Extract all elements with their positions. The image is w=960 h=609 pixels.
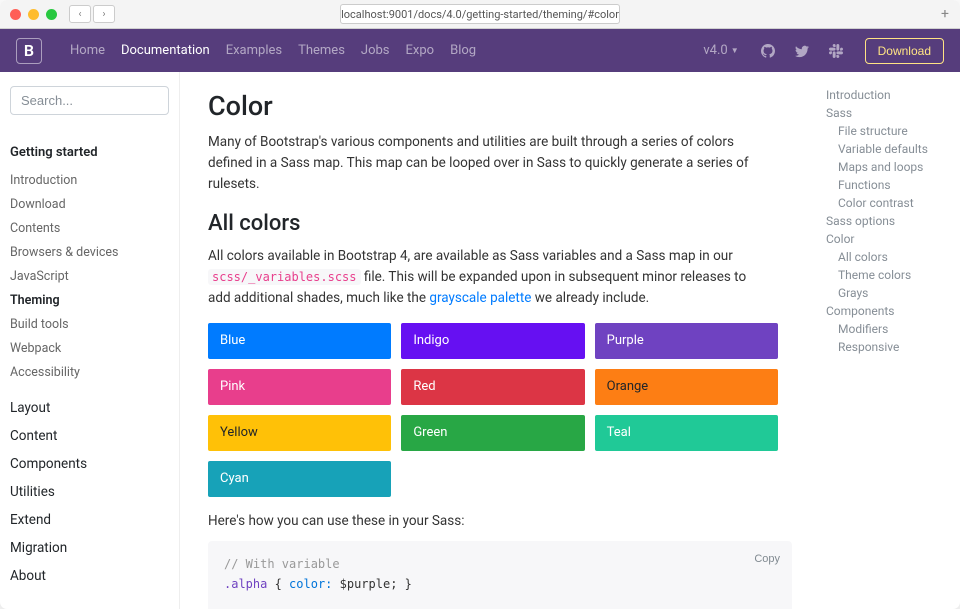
maximize-window-icon[interactable] [46,9,57,20]
toc-item-functions[interactable]: Functions [820,176,950,194]
swatch-cyan: Cyan [208,461,391,497]
code-val: $purple; [332,577,404,591]
sidebar-nav-utilities[interactable]: Utilities [10,478,169,506]
toc-item-color[interactable]: Color [820,230,950,248]
toc-item-sass-options[interactable]: Sass options [820,212,950,230]
toc-item-file-structure[interactable]: File structure [820,122,950,140]
url-bar[interactable]: localhost:9001/docs/4.0/getting-started/… [340,4,620,24]
intro-paragraph: Many of Bootstrap's various components a… [208,132,768,195]
copy-button[interactable]: Copy [754,551,780,569]
code-prop: color: [289,577,332,591]
nav-link-jobs[interactable]: Jobs [353,43,398,58]
text: All colors available in Bootstrap 4, are… [208,248,733,264]
sidebar-nav-migration[interactable]: Migration [10,534,169,562]
swatch-yellow: Yellow [208,415,391,451]
sidebar-nav-layout[interactable]: Layout [10,394,169,422]
main-content: Color Many of Bootstrap's various compon… [180,72,820,609]
swatch-indigo: Indigo [401,323,584,359]
twitter-icon[interactable] [789,44,815,58]
toc-item-modifiers[interactable]: Modifiers [820,320,950,338]
main-layout: Getting started IntroductionDownloadCont… [0,72,960,609]
forward-button[interactable]: › [93,5,115,23]
swatch-red: Red [401,369,584,405]
sidebar-section-title: Getting started [10,145,169,160]
slack-icon[interactable] [823,44,849,58]
sidebar-item-javascript[interactable]: JavaScript [10,264,169,288]
sidebar-nav-content[interactable]: Content [10,422,169,450]
toc-item-grays[interactable]: Grays [820,284,950,302]
page-title: Color [208,90,792,122]
github-icon[interactable] [755,44,781,58]
code-text: } [405,577,412,591]
code-selector: .alpha [224,577,267,591]
nav-link-home[interactable]: Home [62,43,113,58]
sidebar-nav-extend[interactable]: Extend [10,506,169,534]
nav-link-expo[interactable]: Expo [398,43,443,58]
sidebar-nav-components[interactable]: Components [10,450,169,478]
chevron-down-icon: ▼ [731,46,739,55]
right-sidebar: IntroductionSassFile structureVariable d… [820,72,960,609]
nav-link-examples[interactable]: Examples [218,43,290,58]
swatch-orange: Orange [595,369,778,405]
traffic-lights [10,9,57,20]
toc-item-variable-defaults[interactable]: Variable defaults [820,140,950,158]
code-block: Copy // With variable .alpha { color: $p… [208,541,792,609]
sidebar-item-contents[interactable]: Contents [10,216,169,240]
code-comment: // With variable [224,557,340,571]
download-button[interactable]: Download [865,38,944,64]
nav-buttons: ‹ › [69,5,115,23]
swatch-blue: Blue [208,323,391,359]
grayscale-link[interactable]: grayscale palette [429,290,531,306]
left-sidebar: Getting started IntroductionDownloadCont… [0,72,180,609]
code-text: { [267,577,289,591]
nav-link-blog[interactable]: Blog [442,43,484,58]
nav-link-themes[interactable]: Themes [290,43,353,58]
nav-link-documentation[interactable]: Documentation [113,43,218,58]
code-inline: scss/_variables.scss [208,269,361,285]
sidebar-nav-about[interactable]: About [10,562,169,590]
toc-item-theme-colors[interactable]: Theme colors [820,266,950,284]
section-heading: All colors [208,211,792,236]
version-select[interactable]: v4.0 ▼ [695,43,746,58]
swatch-teal: Teal [595,415,778,451]
toc-item-color-contrast[interactable]: Color contrast [820,194,950,212]
top-navbar: B HomeDocumentationExamplesThemesJobsExp… [0,29,960,72]
swatch-purple: Purple [595,323,778,359]
toc-item-introduction[interactable]: Introduction [820,86,950,104]
color-swatch-grid: Blue Indigo Purple Pink Red Orange Yellow Green… [208,323,778,497]
toc-item-responsive[interactable]: Responsive [820,338,950,356]
toc-item-all-colors[interactable]: All colors [820,248,950,266]
all-colors-paragraph: All colors available in Bootstrap 4, are… [208,246,768,309]
swatch-pink: Pink [208,369,391,405]
sidebar-item-accessibility[interactable]: Accessibility [10,360,169,384]
sidebar-item-browsers-devices[interactable]: Browsers & devices [10,240,169,264]
toc-item-sass[interactable]: Sass [820,104,950,122]
sidebar-item-introduction[interactable]: Introduction [10,168,169,192]
sidebar-item-webpack[interactable]: Webpack [10,336,169,360]
sidebar-item-theming[interactable]: Theming [10,288,169,312]
search-input[interactable] [10,86,169,115]
sidebar-item-download[interactable]: Download [10,192,169,216]
text: we already include. [531,290,649,306]
usage-paragraph: Here's how you can use these in your Sas… [208,511,768,532]
sidebar-item-build-tools[interactable]: Build tools [10,312,169,336]
new-tab-button[interactable]: + [936,5,954,23]
version-label: v4.0 [703,43,727,58]
toc-item-components[interactable]: Components [820,302,950,320]
minimize-window-icon[interactable] [28,9,39,20]
brand-logo[interactable]: B [16,38,42,64]
swatch-green: Green [401,415,584,451]
toc-item-maps-and-loops[interactable]: Maps and loops [820,158,950,176]
back-button[interactable]: ‹ [69,5,91,23]
close-window-icon[interactable] [10,9,21,20]
browser-chrome: ‹ › localhost:9001/docs/4.0/getting-star… [0,0,960,29]
